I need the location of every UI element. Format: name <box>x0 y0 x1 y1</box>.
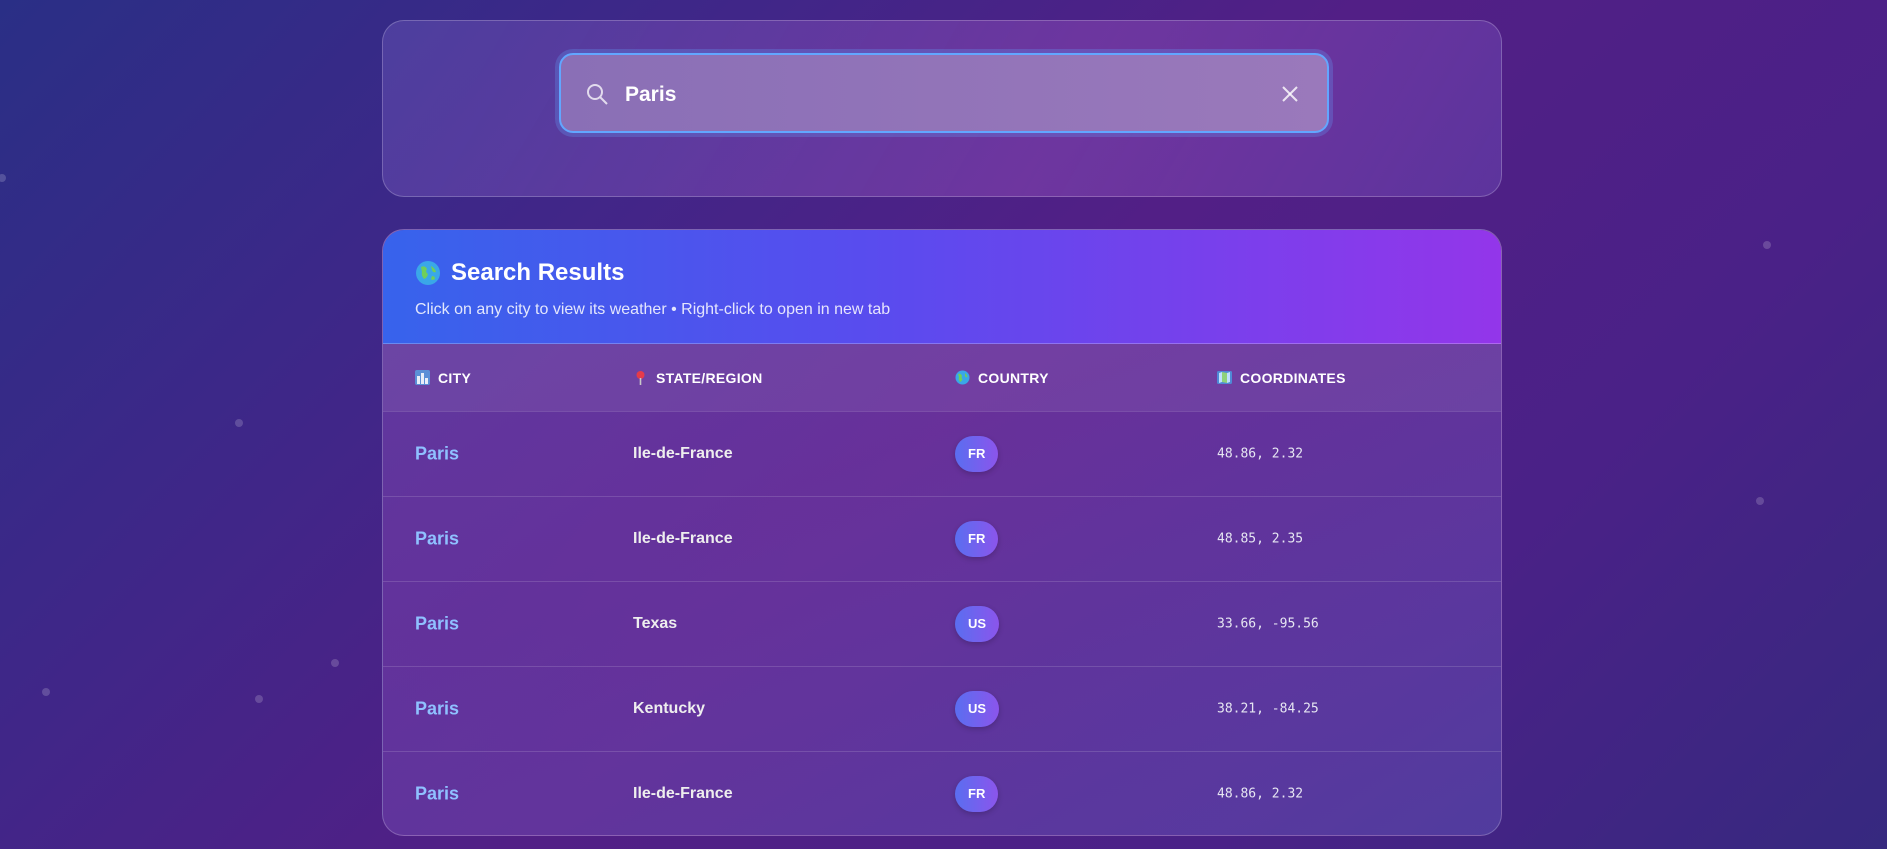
city-link[interactable]: Paris <box>415 529 459 550</box>
region-text: Kentucky <box>633 700 706 717</box>
search-input[interactable] <box>625 73 1245 117</box>
map-icon <box>1217 371 1232 384</box>
results-title: Search Results <box>415 259 1469 287</box>
coordinates-text: 48.86, 2.32 <box>1217 786 1304 802</box>
country-badge: FR <box>955 776 999 812</box>
globe-icon <box>955 370 970 385</box>
table-row[interactable]: Paris Ile-de-France FR 48.85, 2.35 <box>383 496 1501 581</box>
background-dot <box>255 695 263 703</box>
background-dot <box>0 174 6 182</box>
region-text: Ile-de-France <box>633 785 733 802</box>
table-row[interactable]: Paris Kentucky US 38.21, -84.25 <box>383 666 1501 751</box>
country-badge: US <box>955 606 1000 642</box>
column-header-state-region: STATE/REGION <box>633 370 763 386</box>
pin-icon <box>636 371 645 385</box>
city-link[interactable]: Paris <box>415 784 459 805</box>
column-header-coordinates: COORDINATES <box>1217 370 1346 386</box>
table-row[interactable]: Paris Texas US 33.66, -95.56 <box>383 581 1501 666</box>
results-table-body: Paris Ile-de-France FR 48.86, 2.32 Paris… <box>383 411 1501 835</box>
country-badge: US <box>955 691 1000 727</box>
close-icon[interactable] <box>1279 83 1301 105</box>
country-badge: FR <box>955 521 999 557</box>
coordinates-text: 33.66, -95.56 <box>1217 616 1319 632</box>
background-dot <box>235 419 243 427</box>
region-text: Ile-de-France <box>633 530 733 547</box>
column-header-country: COUNTRY <box>955 370 1049 386</box>
city-link[interactable]: Paris <box>415 699 459 720</box>
coordinates-text: 48.85, 2.35 <box>1217 531 1304 547</box>
results-panel: Search Results Click on any city to view… <box>382 229 1502 836</box>
results-header: Search Results Click on any city to view… <box>383 230 1501 344</box>
background-dot <box>331 659 339 667</box>
coordinates-text: 38.21, -84.25 <box>1217 701 1319 717</box>
background-dot <box>1756 497 1764 505</box>
city-link[interactable]: Paris <box>415 444 459 465</box>
table-row[interactable]: Paris Ile-de-France FR 48.86, 2.32 <box>383 751 1501 835</box>
search-panel <box>382 20 1502 197</box>
coordinates-text: 48.86, 2.32 <box>1217 446 1304 462</box>
search-icon <box>587 84 608 105</box>
cityscape-icon <box>415 370 430 385</box>
region-text: Ile-de-France <box>633 445 733 462</box>
results-subtitle: Click on any city to view its weather • … <box>415 301 891 318</box>
city-link[interactable]: Paris <box>415 614 459 635</box>
results-title-text: Search Results <box>451 259 625 286</box>
country-badge: FR <box>955 436 999 472</box>
search-box[interactable] <box>559 53 1329 133</box>
table-row[interactable]: Paris Ile-de-France FR 48.86, 2.32 <box>383 411 1501 496</box>
table-header: CITY STATE/REGION COUNTRY COORDINATES <box>383 344 1501 411</box>
globe-icon <box>416 261 440 285</box>
background-dot <box>42 688 50 696</box>
column-header-city: CITY <box>415 370 471 386</box>
region-text: Texas <box>633 615 678 632</box>
background-dot <box>1763 241 1771 249</box>
